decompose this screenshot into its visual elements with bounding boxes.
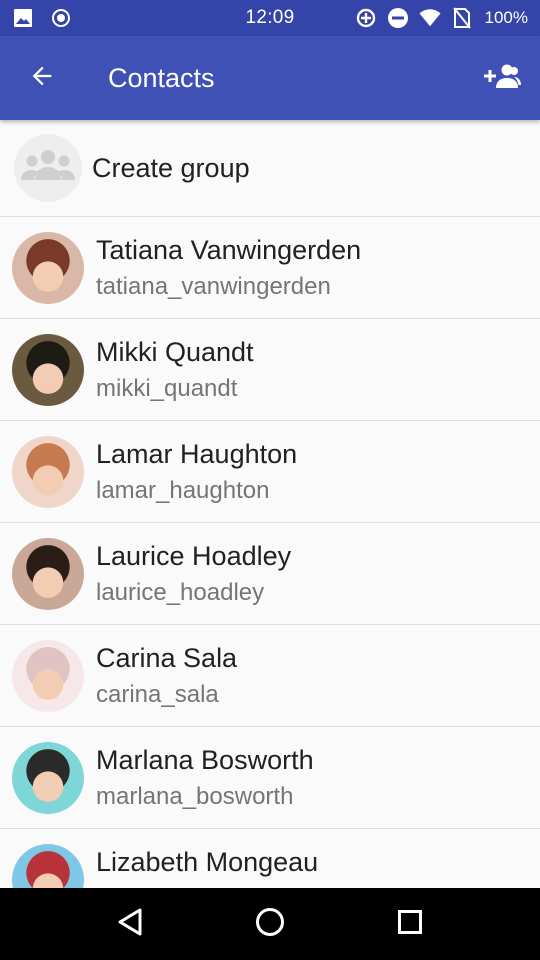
contact-username: lamar_haughton	[96, 476, 270, 504]
contact-texts: Lamar Haughton lamar_haughton	[96, 436, 297, 508]
contact-name: Lamar Haughton	[96, 438, 298, 469]
avatar	[12, 537, 84, 610]
contact-username: mikki_quandt	[96, 374, 238, 402]
contact-name: Tatiana Vanwingerden	[96, 234, 362, 265]
contact-row[interactable]: Lamar Haughton lamar_haughton	[0, 421, 540, 523]
avatar	[12, 435, 84, 508]
wifi-icon	[418, 7, 441, 29]
app-bar: Contacts	[0, 36, 540, 120]
contact-row[interactable]: Tatiana Vanwingerden tatiana_vanwingerde…	[0, 217, 540, 319]
no-sim-icon	[451, 7, 473, 29]
contact-row[interactable]: Lizabeth Mongeau lizabeth_mongeau	[0, 829, 540, 888]
back-triangle-icon	[116, 907, 144, 941]
contacts-screen: 12:09 100% Contacts Create group Tatiana…	[0, 0, 540, 960]
status-bar: 12:09 100%	[0, 0, 540, 36]
do-not-disturb-icon	[387, 7, 409, 29]
nav-back-button[interactable]	[100, 894, 160, 954]
contact-name: Carina Sala	[96, 642, 238, 673]
group-avatar	[14, 134, 82, 202]
recents-square-icon	[396, 908, 424, 940]
contact-name: Mikki Quandt	[96, 336, 254, 367]
group-add-icon	[483, 63, 521, 93]
back-button[interactable]	[0, 36, 84, 120]
contact-texts: Mikki Quandt mikki_quandt	[96, 334, 254, 406]
contact-texts: Tatiana Vanwingerden tatiana_vanwingerde…	[96, 232, 361, 304]
avatar	[12, 741, 84, 814]
contact-texts: Lizabeth Mongeau lizabeth_mongeau	[96, 844, 318, 889]
navigation-bar	[0, 888, 540, 960]
contact-texts: Carina Sala carina_sala	[96, 640, 237, 712]
contact-row[interactable]: Marlana Bosworth marlana_bosworth	[0, 727, 540, 829]
page-title: Contacts	[108, 62, 215, 93]
contact-username: laurice_hoadley	[96, 578, 265, 606]
status-left-icons	[12, 7, 192, 29]
nav-recents-button[interactable]	[380, 894, 440, 954]
nav-home-button[interactable]	[240, 894, 300, 954]
contact-username: marlana_bosworth	[96, 782, 294, 810]
add-group-button[interactable]	[464, 36, 540, 120]
contact-texts: Laurice Hoadley laurice_hoadley	[96, 538, 291, 610]
status-time: 12:09	[245, 7, 295, 28]
contact-row[interactable]: Carina Sala carina_sala	[0, 625, 540, 727]
contact-list: Create group Tatiana Vanwingerden tatian…	[0, 120, 540, 888]
battery-percent: 100%	[484, 8, 528, 27]
contact-username: carina_sala	[96, 680, 219, 708]
avatar	[12, 843, 84, 888]
arrow-back-icon	[28, 62, 56, 94]
contact-row[interactable]: Laurice Hoadley laurice_hoadley	[0, 523, 540, 625]
contact-name: Laurice Hoadley	[96, 540, 292, 571]
data-saver-icon	[355, 7, 377, 29]
group-icon	[18, 148, 78, 188]
contact-row[interactable]: Mikki Quandt mikki_quandt	[0, 319, 540, 421]
contact-username: tatiana_vanwingerden	[96, 272, 331, 300]
record-icon	[50, 7, 72, 29]
create-group-label: Create group	[92, 152, 250, 183]
image-icon	[12, 7, 34, 29]
avatar	[12, 333, 84, 406]
contact-texts: Marlana Bosworth marlana_bosworth	[96, 742, 314, 814]
contact-name: Lizabeth Mongeau	[96, 846, 319, 877]
avatar	[12, 639, 84, 712]
contact-name: Marlana Bosworth	[96, 744, 314, 775]
create-group-item[interactable]: Create group	[0, 120, 540, 217]
home-circle-icon	[254, 906, 286, 942]
status-right-icons: 100%	[348, 7, 528, 29]
avatar	[12, 231, 84, 304]
